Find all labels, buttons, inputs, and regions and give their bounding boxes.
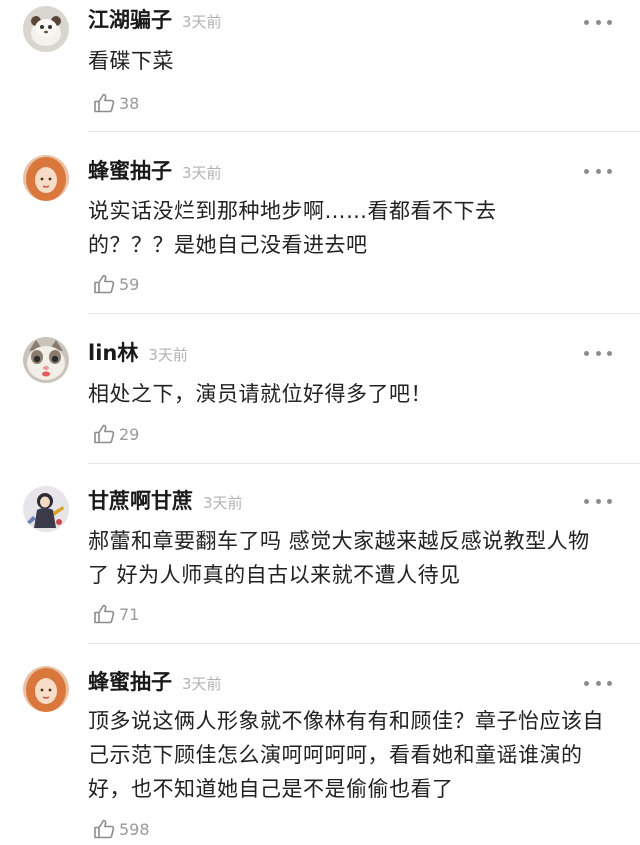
like-count: 598 xyxy=(119,819,150,839)
avatar[interactable] xyxy=(23,337,69,383)
like-button[interactable]: 38 xyxy=(92,90,139,116)
username-text[interactable]: 蜂蜜抽子 xyxy=(88,159,172,183)
avatar[interactable] xyxy=(23,666,69,712)
timestamp: 3天前 xyxy=(203,494,243,512)
divider xyxy=(88,643,640,644)
username-text[interactable]: lin林 xyxy=(88,341,138,365)
panda-plush-avatar-icon xyxy=(23,6,69,52)
like-button[interactable]: 59 xyxy=(92,271,139,297)
username[interactable]: 江湖骗子 3天前 xyxy=(88,6,222,36)
avatar[interactable] xyxy=(23,155,69,201)
comment-text: 说实话没烂到那种地步啊……看都看不下去的？？？是她自己没看进去吧 xyxy=(88,199,497,257)
comment-list: 江湖骗子 3天前 看碟下菜 38 蜂蜜抽子 3天前 说实话没烂到那种地步啊……看… xyxy=(0,0,640,845)
timestamp: 3天前 xyxy=(182,164,222,182)
divider xyxy=(88,131,640,132)
like-button[interactable]: 29 xyxy=(92,421,139,447)
girl-orange-hair-avatar-icon xyxy=(23,666,69,712)
girl-orange-hair-avatar-icon xyxy=(23,155,69,201)
comment-text: 相处之下，演员请就位好得多了吧！ xyxy=(88,382,432,406)
divider xyxy=(88,463,640,464)
like-count: 59 xyxy=(119,274,140,294)
timestamp: 3天前 xyxy=(182,675,222,693)
username[interactable]: 甘蔗啊甘蔗 3天前 xyxy=(88,487,243,517)
comment-text: 顶多说这俩人形象就不像林有有和顾佳？章子怡应该自己示范下顾佳怎么演呵呵呵呵，看看… xyxy=(88,709,604,801)
username-text[interactable]: 蜂蜜抽子 xyxy=(88,670,172,694)
more-options-icon[interactable] xyxy=(584,14,612,30)
timestamp: 3天前 xyxy=(148,346,188,364)
thumbs-up-icon xyxy=(94,604,115,624)
cartoon-figure-avatar-icon xyxy=(23,486,69,532)
like-button[interactable]: 598 xyxy=(92,816,150,842)
comment-text: 郝蕾和章要翻车了吗 感觉大家越来越反感说教型人物了 好为人师真的自古以来就不遭人… xyxy=(88,529,590,587)
thumbs-up-icon xyxy=(94,274,115,294)
more-options-icon[interactable] xyxy=(584,493,612,509)
divider xyxy=(88,313,640,314)
like-count: 38 xyxy=(119,93,140,113)
username[interactable]: 蜂蜜抽子 3天前 xyxy=(88,157,222,187)
like-count: 29 xyxy=(119,424,140,444)
cat-face-avatar-icon xyxy=(23,337,69,383)
like-count: 71 xyxy=(119,604,140,624)
thumbs-up-icon xyxy=(94,93,115,113)
comment-text: 看碟下菜 xyxy=(88,49,174,73)
more-options-icon[interactable] xyxy=(584,163,612,179)
timestamp: 3天前 xyxy=(182,13,222,31)
avatar[interactable] xyxy=(23,6,69,52)
thumbs-up-icon xyxy=(94,424,115,444)
username[interactable]: 蜂蜜抽子 3天前 xyxy=(88,668,222,698)
thumbs-up-icon xyxy=(94,819,115,839)
username[interactable]: lin林 3天前 xyxy=(88,339,188,369)
more-options-icon[interactable] xyxy=(584,345,612,361)
username-text[interactable]: 甘蔗啊甘蔗 xyxy=(88,489,193,513)
username-text[interactable]: 江湖骗子 xyxy=(88,8,172,32)
more-options-icon[interactable] xyxy=(584,675,612,691)
avatar[interactable] xyxy=(23,486,69,532)
like-button[interactable]: 71 xyxy=(92,601,139,627)
